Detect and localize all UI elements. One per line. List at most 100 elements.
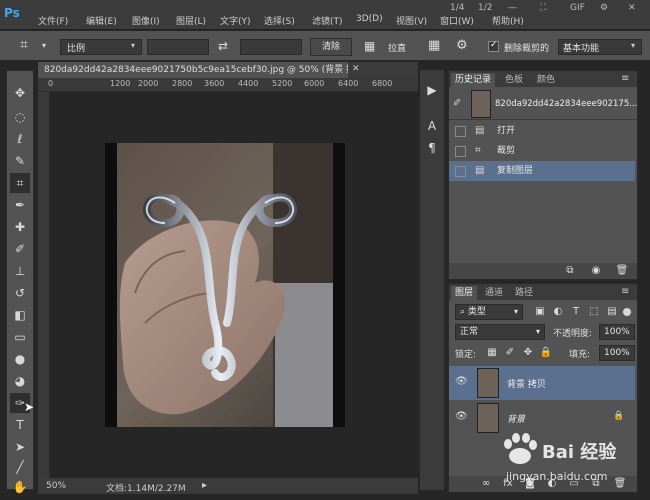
move-tool-icon[interactable]: ✥	[10, 83, 30, 103]
layer-row-background-copy[interactable]: 👁 背景 拷贝	[449, 366, 635, 400]
panel-menu-icon[interactable]: ≡	[621, 73, 629, 84]
height-input[interactable]	[240, 39, 302, 55]
history-snapshot[interactable]: ✐ 820da92dd42a2834eee902175...	[449, 89, 637, 119]
history-item-duplicate-layer[interactable]: ▤ 复制图层	[449, 161, 635, 181]
menu-select[interactable]: 选择(S)	[264, 14, 295, 27]
swap-icon[interactable]: ⇄	[218, 39, 228, 53]
blur-tool-icon[interactable]: ●	[10, 349, 30, 369]
source-checkbox[interactable]	[455, 126, 466, 137]
menu-view[interactable]: 视图(V)	[396, 14, 427, 27]
lock-transparent-icon[interactable]: ▦	[485, 346, 499, 360]
menu-image[interactable]: 图像(I)	[132, 14, 160, 27]
menu-3d[interactable]: 3D(D)	[356, 14, 383, 24]
tab-layers[interactable]: 图层	[451, 286, 478, 300]
zoom-level[interactable]: 50%	[46, 481, 66, 491]
layer-row-background[interactable]: 👁 背景 🔒	[449, 401, 635, 435]
line-tool-icon[interactable]: ╱	[10, 457, 30, 477]
page-indicator-1[interactable]: 1/4	[450, 3, 464, 13]
history-item-crop[interactable]: ⌗ 裁剪	[449, 141, 635, 161]
layer-filter-select[interactable]: ⌕ 类型 ▾	[455, 304, 523, 320]
gradient-tool-icon[interactable]: ▭	[10, 327, 30, 347]
filter-type-icon[interactable]: T	[569, 305, 583, 319]
source-checkbox[interactable]	[455, 166, 466, 177]
crop-tool-icon[interactable]: ⌗	[10, 173, 30, 193]
play-action-icon[interactable]: ▶	[424, 82, 440, 98]
source-checkbox[interactable]	[455, 146, 466, 157]
tool-preset-chevron-icon[interactable]: ▾	[42, 41, 46, 50]
path-select-tool-icon[interactable]: ➤	[10, 437, 30, 457]
link-layers-icon[interactable]: ∞	[479, 477, 493, 491]
close-icon[interactable]: ✕	[628, 3, 636, 13]
menu-window[interactable]: 窗口(W)	[440, 14, 474, 27]
baidu-jingyan-watermark: Bai 经验 jingyan.baidu.com	[500, 432, 630, 490]
document-photo[interactable]	[105, 143, 345, 427]
camera-snapshot-icon[interactable]: ◉	[589, 264, 603, 278]
ratio-select[interactable]: 比例 ▾	[60, 39, 142, 55]
tab-swatches[interactable]: 色板	[501, 73, 527, 87]
fullscreen-icon[interactable]: ⛶	[540, 3, 546, 13]
eraser-tool-icon[interactable]: ◧	[10, 305, 30, 325]
gif-button[interactable]: GIF	[570, 3, 585, 13]
opacity-input[interactable]: 100%	[599, 324, 635, 340]
menu-layer[interactable]: 图层(L)	[176, 14, 206, 27]
blend-mode-select[interactable]: 正常 ▾	[455, 324, 545, 340]
lock-label: 锁定:	[455, 350, 477, 360]
dodge-tool-icon[interactable]: ◕	[10, 371, 30, 391]
healing-brush-tool-icon[interactable]: ✚	[10, 217, 30, 237]
straighten-icon[interactable]: ▦	[364, 39, 375, 53]
straighten-label[interactable]: 拉直	[388, 41, 406, 54]
filter-shape-icon[interactable]: ⬚	[587, 305, 601, 319]
eyedropper-tool-icon[interactable]: ✒	[10, 195, 30, 215]
lock-all-icon[interactable]: 🔒	[539, 346, 553, 360]
close-tab-icon[interactable]: ✕	[352, 64, 360, 74]
photo-image	[105, 143, 345, 427]
tab-history[interactable]: 历史记录	[451, 73, 496, 87]
quick-select-tool-icon[interactable]: ✎	[10, 151, 30, 171]
lasso-tool-icon[interactable]: ℓ	[10, 129, 30, 149]
eye-icon[interactable]: 👁	[455, 376, 468, 388]
delete-cropped-checkbox[interactable]: ✓	[488, 40, 499, 52]
page-indicator-2[interactable]: 1/2	[478, 3, 492, 13]
settings-icon[interactable]: ⚙	[600, 3, 608, 13]
menu-filter[interactable]: 滤镜(T)	[312, 14, 343, 27]
brush-source-icon[interactable]: ✐	[453, 98, 461, 109]
tab-channels[interactable]: 通道	[481, 286, 507, 300]
menu-type[interactable]: 文字(Y)	[220, 14, 251, 27]
lock-pixels-icon[interactable]: ✐	[503, 346, 517, 360]
lock-position-icon[interactable]: ✥	[521, 346, 535, 360]
gear-icon[interactable]: ⚙	[456, 38, 468, 53]
marquee-tool-icon[interactable]: ◌	[10, 107, 30, 127]
menu-file[interactable]: 文件(F)	[38, 14, 68, 27]
new-document-from-state-icon[interactable]: ⧉	[563, 264, 577, 278]
character-panel-icon[interactable]: A	[424, 118, 440, 134]
filter-pixel-icon[interactable]: ▣	[533, 305, 547, 319]
overlay-grid-icon[interactable]: ▦	[428, 38, 440, 53]
clear-button[interactable]: 清除	[310, 38, 352, 56]
minimize-icon[interactable]: —	[508, 3, 517, 13]
eye-icon[interactable]: 👁	[455, 411, 468, 423]
delete-cropped-label[interactable]: 删除裁剪的	[504, 41, 549, 54]
fill-input[interactable]: 100%	[599, 345, 635, 361]
menu-edit[interactable]: 编辑(E)	[86, 14, 117, 27]
brush-tool-icon[interactable]: ✐	[10, 239, 30, 259]
menu-help[interactable]: 帮助(H)	[492, 14, 524, 27]
history-brush-tool-icon[interactable]: ↺	[10, 283, 30, 303]
filter-toggle-icon[interactable]	[623, 308, 631, 316]
history-footer: ⧉ ◉ 🗑	[449, 263, 637, 279]
tab-paths[interactable]: 路径	[511, 286, 537, 300]
width-input[interactable]	[147, 39, 209, 55]
workspace-select[interactable]: 基本功能 ▾	[558, 39, 642, 55]
trash-icon[interactable]: 🗑	[615, 264, 629, 278]
crop-tool-icon[interactable]: ⌗	[20, 37, 28, 53]
document-tab[interactable]: 820da92dd42a2834eee9021750b5c9ea15cebf30…	[38, 62, 348, 78]
status-menu-arrow-icon[interactable]: ▸	[202, 480, 207, 491]
tab-color[interactable]: 颜色	[533, 73, 559, 87]
type-tool-icon[interactable]: T	[10, 415, 30, 435]
hand-tool-icon[interactable]: ✋	[10, 477, 30, 497]
panel-menu-icon[interactable]: ≡	[621, 286, 629, 297]
filter-smart-object-icon[interactable]: ▤	[605, 305, 619, 319]
clone-stamp-tool-icon[interactable]: ⊥	[10, 261, 30, 281]
history-item-open[interactable]: ▤ 打开	[449, 121, 635, 141]
filter-adjustment-icon[interactable]: ◐	[551, 305, 565, 319]
paragraph-panel-icon[interactable]: ¶	[424, 140, 440, 156]
